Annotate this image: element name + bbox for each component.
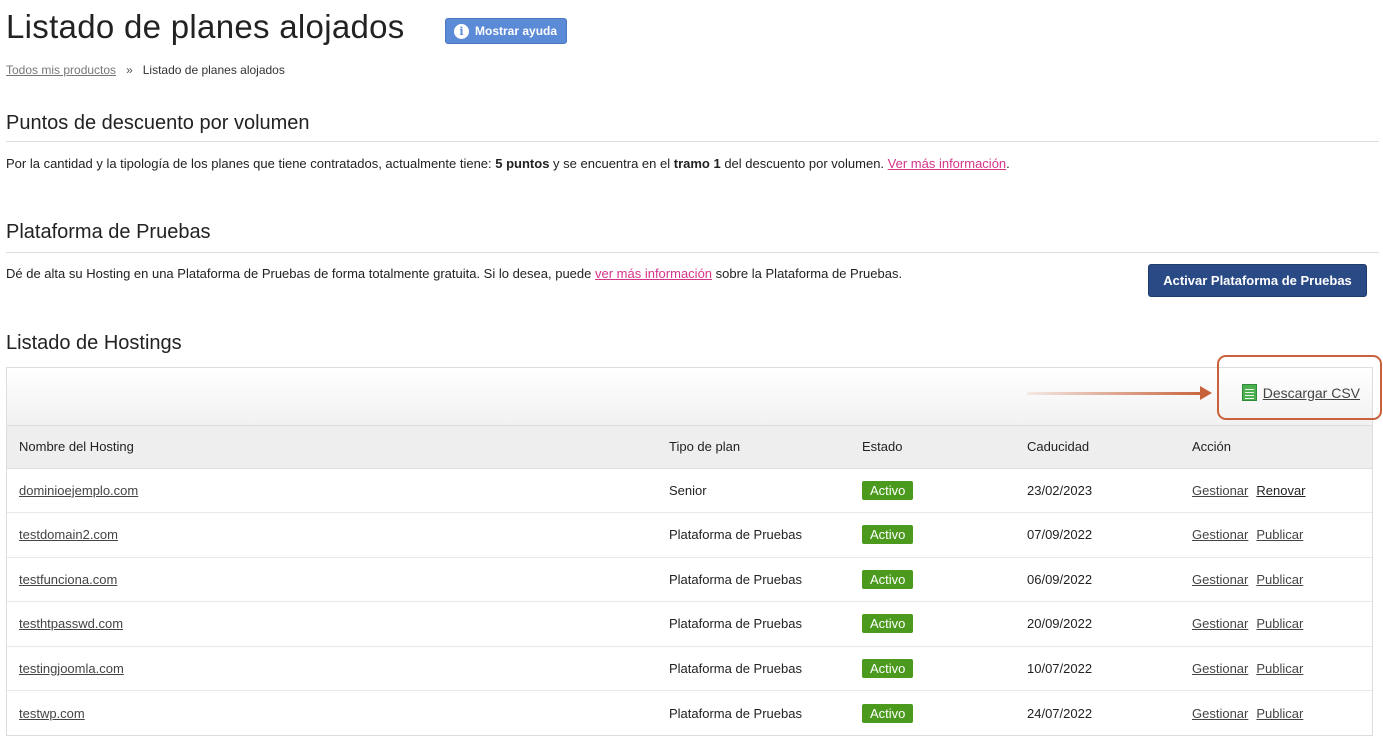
test-platform-text: Dé de alta su Hosting en una Plataforma … [6,266,903,281]
annotation-arrow-head [1200,386,1212,400]
manage-link[interactable]: Gestionar [1192,483,1248,498]
hosting-name-link[interactable]: testhtpasswd.com [19,616,123,631]
expiry-date: 10/07/2022 [1015,645,1180,691]
table-row: testhtpasswd.com Plataforma de Pruebas A… [7,601,1372,646]
points-value: 5 puntos [495,156,550,171]
expiry-date: 07/09/2022 [1015,512,1180,557]
expiry-date: 06/09/2022 [1015,556,1180,602]
hostings-table-panel: Descargar CSV Nombre del Hosting Tipo de… [6,367,1373,736]
divider [6,141,1379,142]
hosting-name-link[interactable]: testwp.com [19,706,85,721]
publish-link[interactable]: Publicar [1256,661,1303,676]
column-header-plan[interactable]: Tipo de plan [657,426,850,469]
divider [6,252,1379,253]
volume-discount-text: Por la cantidad y la tipología de los pl… [6,156,1010,171]
breadcrumb-separator: » [126,63,133,77]
publish-link[interactable]: Publicar [1256,616,1303,631]
hostings-table: Nombre del Hosting Tipo de plan Estado C… [7,426,1372,735]
page-title: Listado de planes alojados [6,8,405,45]
manage-link[interactable]: Gestionar [1192,661,1248,676]
activate-test-platform-button[interactable]: Activar Plataforma de Pruebas [1148,264,1367,297]
show-help-button[interactable]: i Mostrar ayuda [445,18,568,44]
table-row: testdomain2.com Plataforma de Pruebas Ac… [7,512,1372,557]
expiry-date: 23/02/2023 [1015,467,1180,513]
manage-link[interactable]: Gestionar [1192,572,1248,587]
volume-more-info-link[interactable]: Ver más información [888,156,1007,171]
table-row: dominioejemplo.com Senior Activo 23/02/2… [7,467,1372,513]
table-row: testwp.com Plataforma de Pruebas Activo … [7,690,1372,735]
publish-link[interactable]: Publicar [1256,572,1303,587]
show-help-label: Mostrar ayuda [475,24,558,38]
manage-link[interactable]: Gestionar [1192,706,1248,721]
volume-discount-title: Puntos de descuento por volumen [6,112,310,134]
column-header-action: Acción [1180,426,1372,469]
annotation-arrow-line [1027,392,1207,395]
column-header-expiry[interactable]: Caducidad [1015,426,1180,469]
status-badge: Activo [862,569,914,589]
table-header-row: Nombre del Hosting Tipo de plan Estado C… [7,426,1372,469]
breadcrumb: Todos mis productos » Listado de planes … [6,63,285,77]
expiry-date: 24/07/2022 [1015,690,1180,735]
publish-link[interactable]: Publicar [1256,706,1303,721]
status-badge: Activo [862,525,914,545]
column-header-name[interactable]: Nombre del Hosting [7,426,657,469]
status-badge: Activo [862,480,914,500]
test-platform-title: Plataforma de Pruebas [6,221,211,243]
plan-type: Plataforma de Pruebas [657,556,850,602]
expiry-date: 20/09/2022 [1015,601,1180,646]
plan-type: Plataforma de Pruebas [657,601,850,646]
plan-type: Plataforma de Pruebas [657,512,850,557]
hosting-name-link[interactable]: dominioejemplo.com [19,483,138,498]
manage-link[interactable]: Gestionar [1192,527,1248,542]
plan-type: Plataforma de Pruebas [657,645,850,691]
hosting-name-link[interactable]: testingjoomla.com [19,661,124,676]
publish-link[interactable]: Publicar [1256,527,1303,542]
hosting-name-link[interactable]: testfunciona.com [19,572,117,587]
manage-link[interactable]: Gestionar [1192,616,1248,631]
breadcrumb-current: Listado de planes alojados [142,63,285,77]
plan-type: Senior [657,467,850,513]
test-platform-more-info-link[interactable]: ver más información [595,266,712,281]
status-badge: Activo [862,614,914,634]
column-header-status[interactable]: Estado [850,426,1015,469]
renew-link[interactable]: Renovar [1256,483,1305,498]
table-row: testingjoomla.com Plataforma de Pruebas … [7,645,1372,691]
table-toolbar: Descargar CSV [7,368,1372,426]
status-badge: Activo [862,658,914,678]
annotation-highlight-box [1217,355,1382,420]
table-row: testfunciona.com Plataforma de Pruebas A… [7,556,1372,602]
tier-value: tramo 1 [673,156,721,171]
hosting-name-link[interactable]: testdomain2.com [19,527,118,542]
plan-type: Plataforma de Pruebas [657,690,850,735]
hostings-title: Listado de Hostings [6,332,182,354]
breadcrumb-link-all-products[interactable]: Todos mis productos [6,63,116,77]
status-badge: Activo [862,703,914,723]
info-icon: i [454,23,469,39]
